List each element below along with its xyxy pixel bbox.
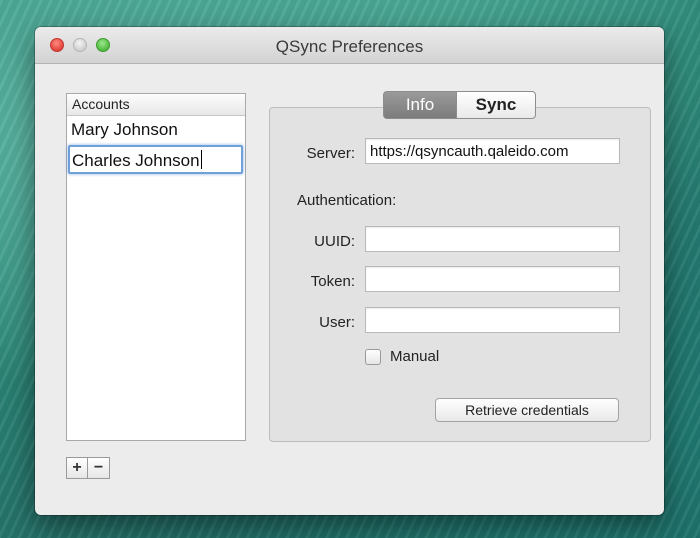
manual-label[interactable]: Manual <box>390 348 439 365</box>
server-input[interactable]: https://qsyncauth.qaleido.com <box>365 138 620 164</box>
preferences-window: QSync Preferences Accounts Mary Johnson … <box>35 27 664 515</box>
manual-checkbox[interactable] <box>365 349 381 365</box>
tab-info[interactable]: Info <box>383 91 456 119</box>
authentication-label: Authentication: <box>297 192 397 209</box>
uuid-input[interactable] <box>365 226 620 252</box>
retrieve-credentials-button[interactable]: Retrieve credentials <box>435 398 619 422</box>
accounts-list[interactable]: Accounts Mary Johnson Charles Johnson <box>66 93 246 441</box>
tab-bar: Info Sync <box>383 91 536 119</box>
account-row-mary-johnson[interactable]: Mary Johnson <box>67 116 245 145</box>
list-edit-buttons: + − <box>66 457 110 480</box>
text-caret <box>200 150 202 169</box>
user-input[interactable] <box>365 307 620 333</box>
uuid-label: UUID: <box>314 233 355 250</box>
tab-sync[interactable]: Sync <box>456 91 536 119</box>
token-label: Token: <box>310 273 355 290</box>
accounts-column-header[interactable]: Accounts <box>67 94 245 116</box>
server-label: Server: <box>306 145 355 162</box>
token-input[interactable] <box>365 266 620 292</box>
account-row-charles-johnson-editing[interactable]: Charles Johnson <box>68 145 243 174</box>
account-name: Mary Johnson <box>71 120 178 139</box>
remove-account-button[interactable]: − <box>88 457 110 479</box>
title-bar[interactable]: QSync Preferences <box>35 27 664 64</box>
window-title: QSync Preferences <box>275 37 424 56</box>
add-account-button[interactable]: + <box>66 457 88 479</box>
account-name: Charles Johnson <box>72 151 200 170</box>
user-label: User: <box>319 314 355 331</box>
